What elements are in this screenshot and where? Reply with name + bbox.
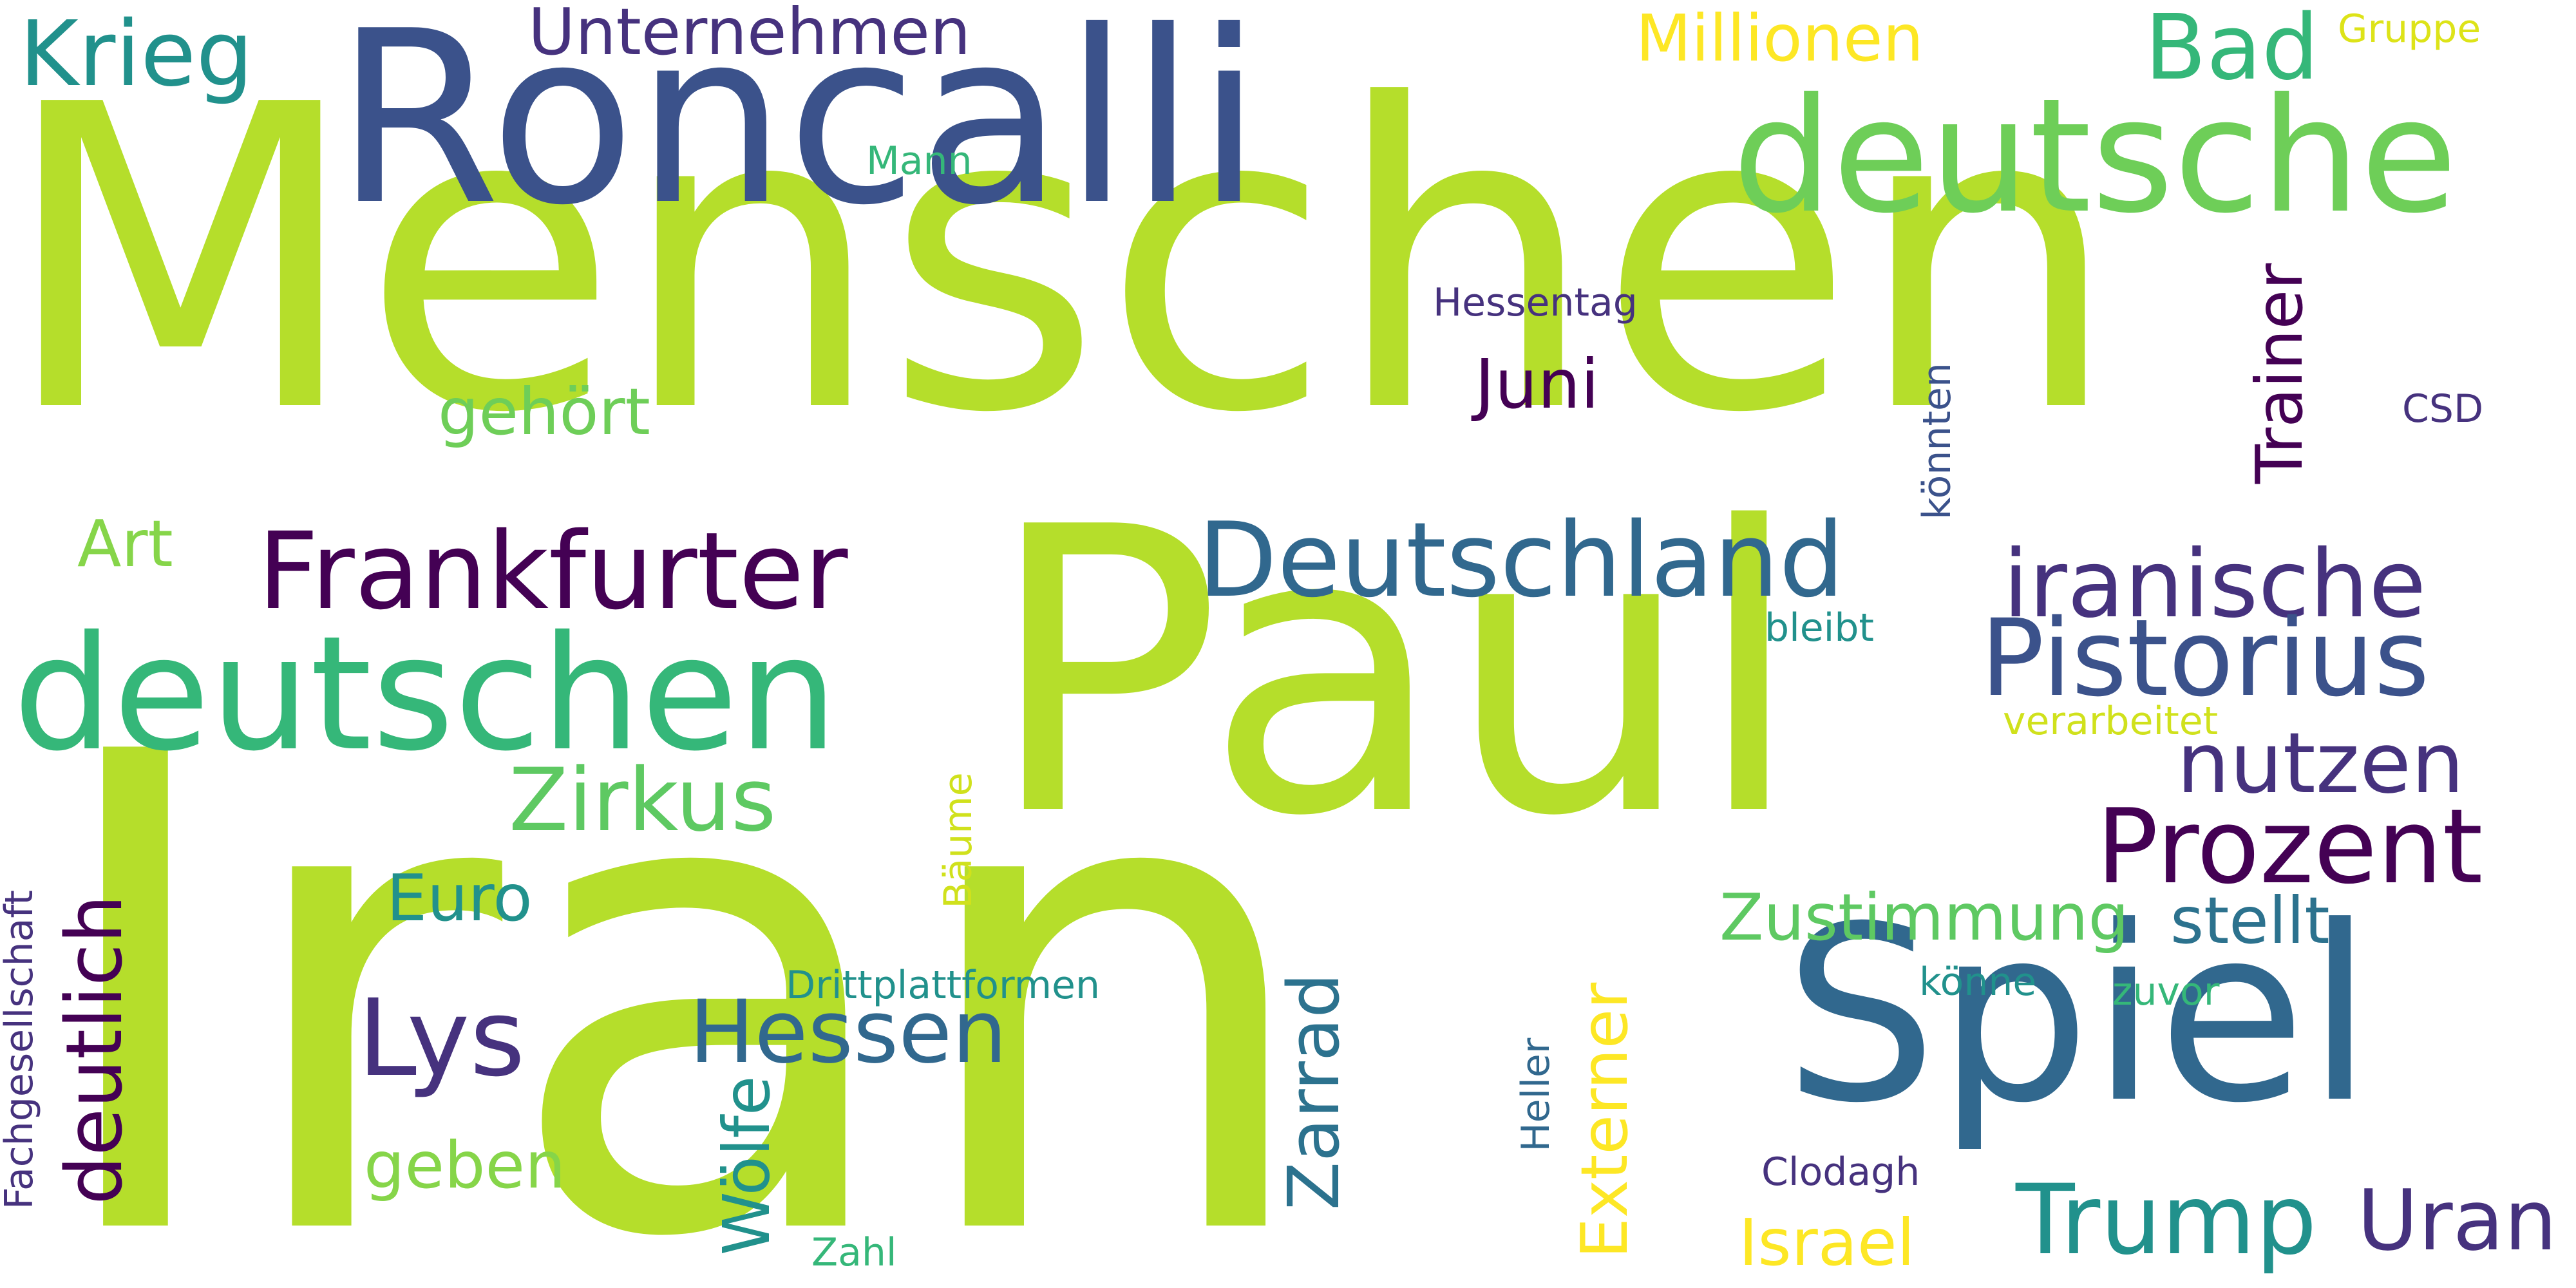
word-stellt: stellt (2170, 883, 2330, 958)
word-zirkus: Zirkus (509, 750, 777, 851)
word-csd: CSD (2402, 386, 2484, 431)
word-deutsche: deutsche (1732, 64, 2458, 248)
word-deutschland: Deutschland (1198, 500, 1844, 620)
word-zahl: Zahl (811, 1230, 897, 1275)
word-koennten: könnten (1915, 363, 1960, 520)
word-fachgesellschaft: Fachgesellschaft (0, 890, 42, 1209)
word-uran: Uran (2357, 1171, 2557, 1269)
word-bleibt: bleibt (1765, 605, 1874, 650)
word-gruppe: Gruppe (2338, 6, 2481, 52)
word-frankfurter: Frankfurter (258, 509, 848, 633)
word-baeume: Bäume (936, 772, 981, 909)
word-cloud: Menschen Iran Paul Roncalli deutsche deu… (0, 0, 2576, 1288)
word-lys: Lys (357, 976, 526, 1100)
word-externer: Externer (1567, 982, 1642, 1259)
word-drittplattformen: Drittplattformen (786, 963, 1100, 1008)
word-clodagh: Clodagh (1761, 1150, 1920, 1195)
word-woelfe: Wölfe (709, 1075, 784, 1256)
word-nutzen: nutzen (2177, 714, 2465, 812)
word-bad: Bad (2145, 0, 2319, 100)
word-zustimmung: Zustimmung (1719, 880, 2130, 955)
word-trump: Trump (2016, 1164, 2317, 1276)
word-mann: Mann (866, 138, 972, 184)
word-trainer: Trainer (2242, 263, 2317, 484)
word-hessentag: Hessentag (1433, 280, 1638, 325)
word-verarbeitet: verarbeitet (2003, 699, 2219, 744)
word-zuvor: zuvor (2112, 969, 2220, 1014)
word-heller: Heller (1513, 1037, 1558, 1152)
word-millionen: Millionen (1636, 1, 1924, 76)
word-juni: Juni (1475, 345, 1600, 424)
word-zarrad: Zarrad (1273, 972, 1355, 1211)
word-geben: geben (364, 1128, 566, 1203)
word-deutlich: deutlich (50, 895, 140, 1205)
word-unternehmen: Unternehmen (528, 0, 971, 70)
word-art: Art (77, 506, 173, 582)
word-pistorius: Pistorius (1980, 596, 2430, 720)
word-koenne: könne (1919, 960, 2037, 1005)
word-gehoert: gehört (438, 374, 650, 450)
word-israel: Israel (1739, 1205, 1915, 1280)
word-euro: Euro (386, 860, 533, 936)
word-krieg: Krieg (19, 2, 254, 107)
